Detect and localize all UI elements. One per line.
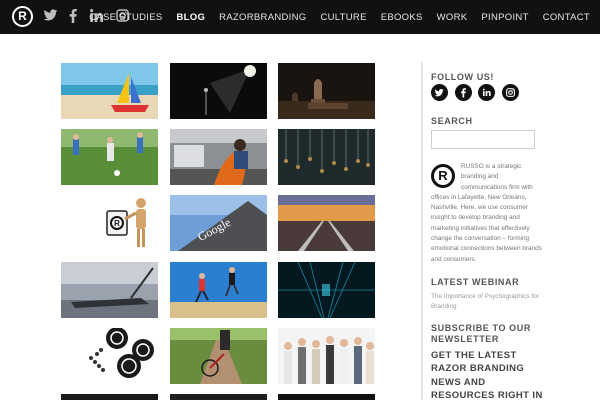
- svg-text:R: R: [114, 219, 120, 228]
- post-thumbnail-workspace[interactable]: [170, 129, 267, 185]
- newsletter-cta: GET THE LATEST RAZOR BRANDING NEWS AND R…: [431, 350, 543, 400]
- nav-work[interactable]: WORK: [437, 12, 468, 23]
- nav-case-studies[interactable]: CASE STUDIES: [89, 12, 162, 23]
- sidebar-social-icons: [431, 84, 525, 101]
- sidebar: FOLLOW US! SEARCH R RUSSO is a strategic…: [421, 62, 591, 400]
- about-text: RUSSO is a strategic branding and commun…: [431, 162, 544, 265]
- post-thumbnail-mannequin-r[interactable]: R: [61, 195, 158, 251]
- nav-razorbranding[interactable]: RAZORBRANDING: [219, 12, 306, 23]
- post-thumbnail-chess[interactable]: [278, 63, 375, 119]
- nav-culture[interactable]: CULTURE: [320, 12, 366, 23]
- post-thumbnail-row6-2[interactable]: [170, 394, 267, 400]
- post-thumbnail-row6-3[interactable]: [278, 394, 375, 400]
- twitter-icon[interactable]: [43, 9, 58, 22]
- facebook-icon[interactable]: [454, 84, 472, 101]
- follow-heading: FOLLOW US!: [431, 72, 494, 82]
- post-thumbnail-poker-chips[interactable]: [61, 328, 158, 384]
- post-thumbnail-tech-tunnel[interactable]: [278, 262, 375, 318]
- instagram-icon[interactable]: [501, 84, 519, 101]
- post-thumbnail-group-people[interactable]: [278, 328, 375, 384]
- nav-blog[interactable]: BLOG: [177, 12, 206, 23]
- newsletter-heading: SUBSCRIBE TO OUR NEWSLETTER: [431, 323, 531, 344]
- post-thumbnail-bicycle[interactable]: [170, 328, 267, 384]
- post-thumbnail-shipwreck[interactable]: [61, 262, 158, 318]
- post-thumbnail-spotlight[interactable]: [170, 63, 267, 119]
- post-thumbnail-hanging-keys[interactable]: [278, 129, 375, 185]
- post-thumbnail-soccer[interactable]: [61, 129, 158, 185]
- top-navigation-bar: R CASE STUDIES BLOG RAZORBRANDING CULTUR…: [0, 0, 600, 34]
- nav-pinpoint[interactable]: PINPOINT: [481, 12, 528, 23]
- twitter-icon[interactable]: [431, 84, 448, 101]
- nav-contact[interactable]: CONTACT: [543, 12, 590, 23]
- main-nav: CASE STUDIES BLOG RAZORBRANDING CULTURE …: [75, 0, 590, 34]
- webinar-heading: LATEST WEBINAR: [431, 277, 520, 287]
- post-thumbnail-google-sign[interactable]: Google: [170, 195, 267, 251]
- post-thumbnail-jumping[interactable]: [170, 262, 267, 318]
- post-thumbnail-row6-1[interactable]: [61, 394, 158, 400]
- razor-logo[interactable]: R: [12, 6, 33, 27]
- linkedin-icon[interactable]: [478, 84, 495, 101]
- search-input[interactable]: [431, 130, 535, 149]
- webinar-link[interactable]: The Importance of Psychographics for Bra…: [431, 292, 543, 312]
- nav-ebooks[interactable]: EBOOKS: [381, 12, 423, 23]
- post-thumbnail-beach-sailboat[interactable]: [61, 63, 158, 119]
- search-heading: SEARCH: [431, 116, 473, 126]
- post-thumbnail-railroad[interactable]: [278, 195, 375, 251]
